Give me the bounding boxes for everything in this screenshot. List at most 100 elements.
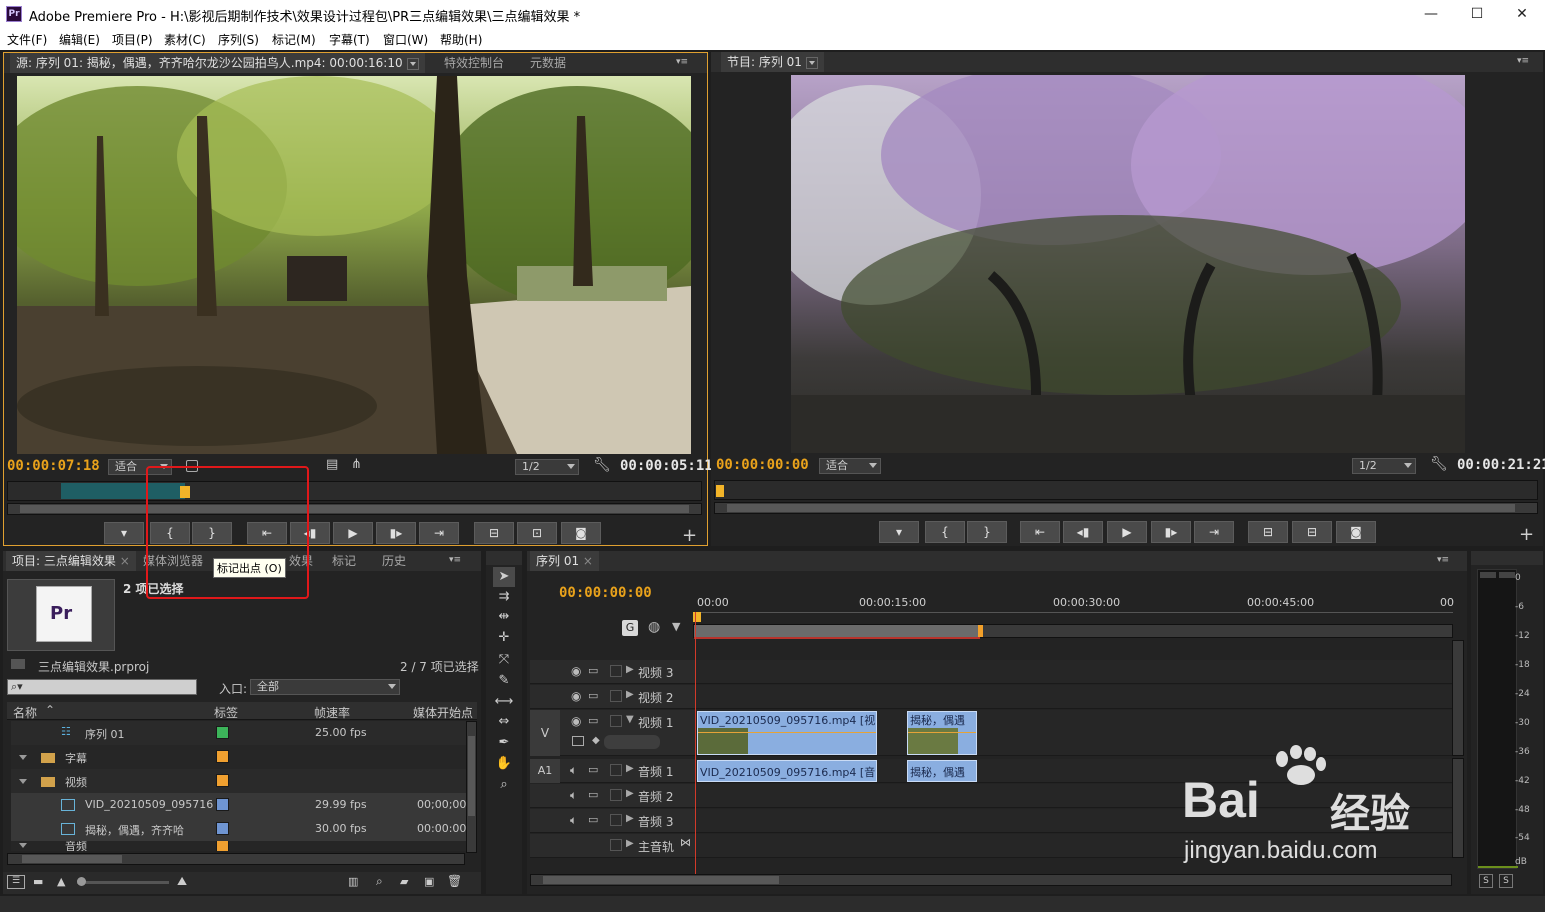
tab-markers[interactable]: 标记 — [326, 551, 362, 571]
solo-left-button[interactable]: S — [1479, 874, 1493, 888]
panel-menu-icon[interactable]: ▾≡ — [1437, 555, 1451, 565]
drag-audio-icon[interactable]: ⋔ — [351, 457, 362, 472]
source-time-ruler[interactable] — [7, 481, 702, 501]
sync-lock-icon[interactable]: ▭ — [588, 763, 598, 776]
program-time-ruler[interactable] — [714, 480, 1538, 500]
track-header-audio-1[interactable]: A1 🔈︎ ▭ ▶ 音频 1 — [530, 759, 695, 783]
master-gain-icon[interactable]: ⋈ — [680, 836, 691, 849]
step-forward-button[interactable]: ▮▸ — [1151, 521, 1191, 543]
sort-ascending-icon[interactable]: ⌃ — [45, 703, 55, 717]
extract-button[interactable]: ⊟ — [1292, 521, 1332, 543]
program-fit-select[interactable]: 适合 — [819, 458, 881, 474]
export-frame-button[interactable]: ◙ — [1336, 521, 1376, 543]
col-name[interactable]: 名称 — [13, 704, 37, 721]
overwrite-button[interactable]: ⊡ — [517, 522, 557, 544]
hand-tool-icon[interactable]: ✋ — [493, 754, 515, 774]
go-to-in-button[interactable]: ⇤ — [1020, 521, 1060, 543]
zoom-out-icon[interactable]: ▲ — [57, 875, 65, 888]
panel-menu-icon[interactable]: ▾≡ — [1517, 56, 1531, 66]
step-forward-button[interactable]: ▮▸ — [376, 522, 416, 544]
zoom-in-icon[interactable]: ⛰ — [177, 874, 187, 889]
search-input[interactable]: ⌕▾ — [7, 679, 197, 695]
track-header-video-2[interactable]: ◉ ▭ ▶ 视频 2 — [530, 685, 695, 709]
program-zoom-scrollbar[interactable] — [714, 502, 1538, 514]
sync-lock-icon[interactable]: ▭ — [588, 689, 598, 702]
snap-icon[interactable]: G — [622, 620, 638, 636]
in-select[interactable]: 全部 — [250, 679, 400, 695]
zoom-slider-handle[interactable] — [77, 877, 86, 886]
step-back-button[interactable]: ◂▮ — [1063, 521, 1103, 543]
sync-lock-icon[interactable]: ▭ — [588, 664, 598, 677]
lock-toggle[interactable] — [610, 789, 622, 801]
menu-sequence[interactable]: 序列(S) — [218, 31, 259, 48]
menu-help[interactable]: 帮助(H) — [440, 31, 482, 48]
scrollbar-thumb[interactable] — [543, 876, 779, 884]
expand-triangle-icon[interactable]: ▶ — [626, 689, 634, 700]
solo-right-button[interactable]: S — [1499, 874, 1513, 888]
play-button[interactable]: ▶ — [333, 522, 373, 544]
tab-source[interactable]: 源: 序列 01: 揭秘，偶遇，齐齐哈尔龙沙公园拍鸟人.mp4: 00:00:1… — [10, 53, 425, 73]
rate-stretch-tool-icon[interactable]: ⤧ — [493, 650, 515, 670]
track-header-audio-2[interactable]: 🔈︎ ▭ ▶ 音频 2 — [530, 784, 695, 808]
speaker-icon[interactable]: 🔈︎ — [570, 813, 577, 828]
menu-file[interactable]: 文件(F) — [7, 31, 47, 48]
track-select-tool-icon[interactable]: ⇉ — [493, 587, 515, 607]
close-icon[interactable]: × — [583, 554, 593, 568]
label-swatch[interactable] — [216, 750, 229, 763]
selection-tool-icon[interactable]: ➤ — [493, 567, 515, 587]
project-row-titles-folder[interactable]: 字幕 — [11, 745, 467, 769]
source-patch-video[interactable]: V — [530, 710, 560, 756]
menu-window[interactable]: 窗口(W) — [383, 31, 428, 48]
chevron-down-icon[interactable] — [805, 56, 818, 69]
lock-toggle[interactable] — [610, 839, 622, 851]
speaker-icon[interactable]: 🔈︎ — [570, 763, 577, 778]
expand-triangle-icon[interactable]: ▶ — [626, 763, 634, 774]
timeline-clip-video-1[interactable]: VID_20210509_095716.mp4 [视] — [697, 711, 877, 755]
keyframe-nav[interactable] — [604, 735, 660, 749]
mark-out-button[interactable]: } — [967, 521, 1007, 543]
go-to-out-button[interactable]: ⇥ — [1194, 521, 1234, 543]
program-resolution-select[interactable]: 1/2 — [1352, 458, 1416, 474]
sync-lock-icon[interactable]: ▭ — [588, 813, 598, 826]
film-strip-icon[interactable]: ▤ — [326, 457, 338, 472]
project-hscrollbar[interactable] — [7, 853, 465, 865]
tab-metadata[interactable]: 元数据 — [524, 53, 572, 73]
col-label[interactable]: 标签 — [214, 704, 238, 721]
work-area-range[interactable] — [694, 625, 980, 637]
track-header-video-3[interactable]: ◉ ▭ ▶ 视频 3 — [530, 660, 695, 684]
tab-history[interactable]: 历史 — [376, 551, 412, 571]
lock-toggle[interactable] — [610, 690, 622, 702]
keyframe-icon[interactable]: ◆ — [592, 735, 600, 746]
eye-icon[interactable]: ◉ — [571, 714, 581, 728]
maximize-button[interactable]: ☐ — [1454, 0, 1500, 29]
timeline-work-area-bar[interactable] — [693, 624, 1453, 639]
menu-title[interactable]: 字幕(T) — [329, 31, 370, 48]
work-area-end-handle[interactable] — [978, 625, 983, 637]
video-tracks-vscrollbar[interactable] — [1452, 640, 1464, 756]
label-swatch[interactable] — [216, 774, 229, 787]
wrench-icon[interactable]: 🔧︎ — [593, 457, 611, 473]
tab-program[interactable]: 节目: 序列 01 — [721, 52, 824, 72]
go-to-out-button[interactable]: ⇥ — [419, 522, 459, 544]
tab-effect-controls[interactable]: 特效控制台 — [438, 53, 510, 73]
rolling-edit-tool-icon[interactable]: ✛ — [493, 628, 515, 648]
wrench-icon[interactable]: 🔧︎ — [1430, 456, 1448, 472]
lock-toggle[interactable] — [610, 665, 622, 677]
track-header-master[interactable]: ▶ 主音轨 ⋈ — [530, 834, 695, 858]
insert-button[interactable]: ⊟ — [474, 522, 514, 544]
project-row-clip-2[interactable]: 揭秘，偶遇，齐齐哈 30.00 fps 00:00:00: — [11, 817, 470, 841]
eye-icon[interactable]: ◉ — [571, 664, 581, 678]
timeline-clip-audio-1[interactable]: VID_20210509_095716.mp4 [音] — [697, 760, 877, 782]
ripple-edit-tool-icon[interactable]: ⇹ — [493, 607, 515, 627]
expand-triangle-icon[interactable] — [19, 779, 27, 788]
label-swatch[interactable] — [216, 841, 229, 851]
source-resolution-select[interactable]: 1/2 — [515, 459, 579, 475]
pen-tool-icon[interactable]: ✒ — [493, 733, 515, 753]
timeline-clip-audio-2[interactable]: 揭秘，偶遇 — [907, 760, 977, 782]
lock-toggle[interactable] — [610, 715, 622, 727]
speaker-icon[interactable]: 🔈︎ — [570, 788, 577, 803]
lock-toggle[interactable] — [610, 814, 622, 826]
collapse-triangle-icon[interactable]: ▼ — [626, 714, 634, 725]
scrollbar-thumb[interactable] — [22, 855, 122, 863]
new-bin-icon[interactable]: ▰ — [400, 875, 408, 888]
